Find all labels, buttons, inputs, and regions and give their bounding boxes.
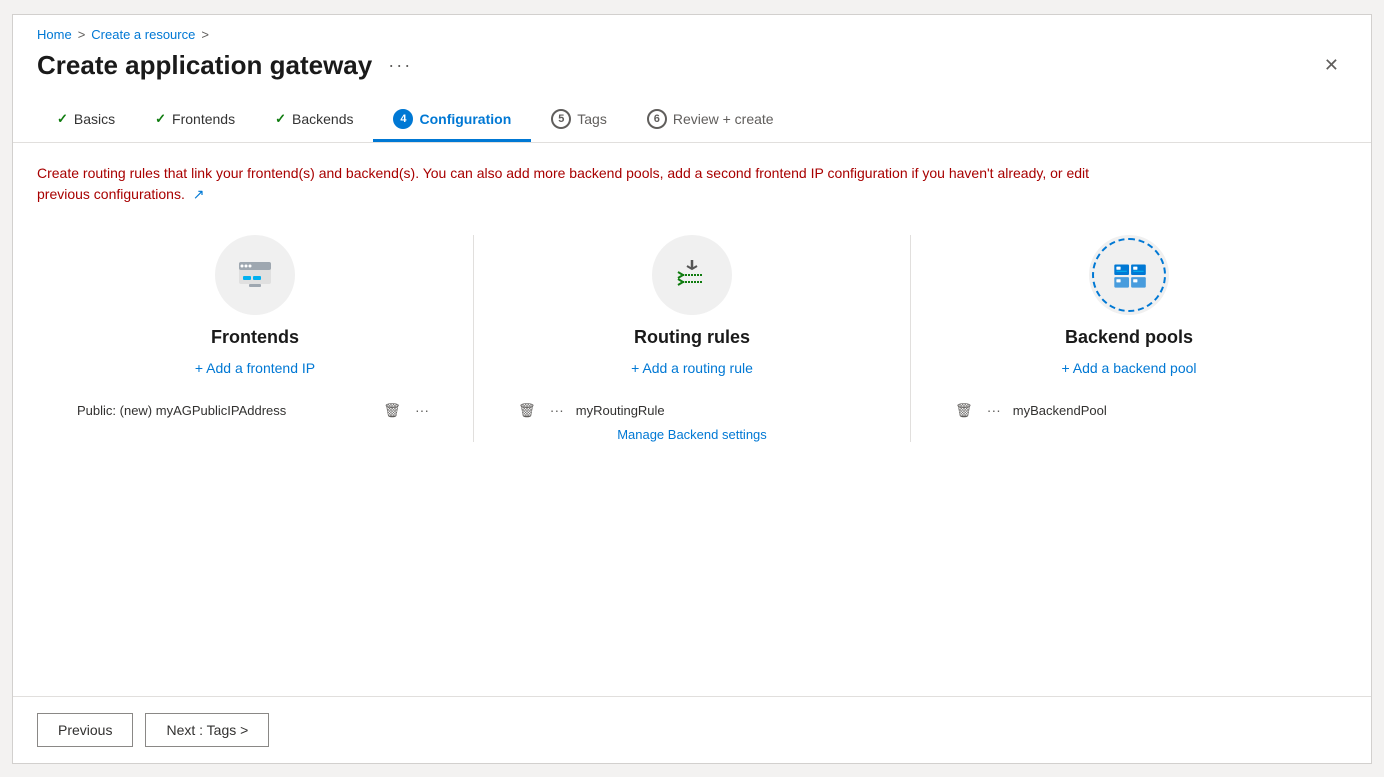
breadcrumb-sep1: > bbox=[78, 27, 86, 42]
tab-review-label: Review + create bbox=[673, 111, 774, 127]
dashed-border-decoration bbox=[1092, 238, 1166, 312]
backend-pool-more-button[interactable]: ··· bbox=[983, 400, 1005, 420]
routing-rules-icon bbox=[652, 235, 732, 315]
previous-button[interactable]: Previous bbox=[37, 713, 133, 747]
check-icon-backends: ✓ bbox=[275, 111, 286, 127]
close-button[interactable]: ✕ bbox=[1316, 51, 1347, 80]
routing-rules-column: Routing rules + Add a routing rule 🗑 ···… bbox=[474, 235, 911, 442]
tab-frontends[interactable]: ✓ Frontends bbox=[135, 99, 255, 140]
tab-num-review: 6 bbox=[647, 109, 667, 129]
breadcrumb-sep2: > bbox=[201, 27, 209, 42]
tab-num-configuration: 4 bbox=[393, 109, 413, 129]
tab-basics-label: Basics bbox=[74, 111, 115, 127]
manage-backend-settings-link[interactable]: Manage Backend settings bbox=[514, 427, 870, 442]
title-row: Create application gateway ··· ✕ bbox=[13, 42, 1371, 97]
frontend-item-row: Public: (new) myAGPublicIPAddress 🗑 ··· bbox=[77, 400, 433, 421]
tab-tags-label: Tags bbox=[577, 111, 607, 127]
tab-tags[interactable]: 5 Tags bbox=[531, 97, 627, 142]
add-backend-pool-link[interactable]: + Add a backend pool bbox=[1061, 360, 1196, 376]
ellipsis-button[interactable]: ··· bbox=[382, 53, 418, 78]
info-external-link[interactable]: ↗ bbox=[193, 186, 205, 202]
footer: Previous Next : Tags > bbox=[13, 696, 1371, 763]
check-icon-basics: ✓ bbox=[57, 111, 68, 127]
frontends-column-title: Frontends bbox=[211, 327, 299, 348]
tab-configuration[interactable]: 4 Configuration bbox=[373, 97, 531, 142]
frontends-icon bbox=[215, 235, 295, 315]
create-gateway-panel: Home > Create a resource > Create applic… bbox=[12, 14, 1372, 764]
backend-pool-delete-button[interactable]: 🗑 bbox=[951, 400, 977, 421]
routing-rule-more-button[interactable]: ··· bbox=[546, 400, 568, 420]
info-text: Create routing rules that link your fron… bbox=[37, 163, 1137, 205]
title-left: Create application gateway ··· bbox=[37, 50, 418, 81]
frontend-svg-icon bbox=[235, 255, 275, 295]
tab-configuration-label: Configuration bbox=[419, 111, 511, 127]
tab-backends-label: Backends bbox=[292, 111, 353, 127]
content-area: Create routing rules that link your fron… bbox=[13, 143, 1371, 696]
add-routing-rule-link[interactable]: + Add a routing rule bbox=[631, 360, 753, 376]
tab-frontends-label: Frontends bbox=[172, 111, 235, 127]
backend-pool-item-actions: 🗑 ··· bbox=[951, 400, 1005, 421]
frontend-item-actions: 🗑 ··· bbox=[379, 400, 433, 421]
frontend-item-label: Public: (new) myAGPublicIPAddress bbox=[77, 403, 286, 418]
frontend-delete-button[interactable]: 🗑 bbox=[379, 400, 405, 421]
backend-pool-item-row: 🗑 ··· myBackendPool bbox=[951, 400, 1307, 421]
breadcrumb-create-resource[interactable]: Create a resource bbox=[91, 27, 195, 42]
breadcrumb: Home > Create a resource > bbox=[13, 15, 1371, 42]
routing-rule-item-label: myRoutingRule bbox=[576, 403, 870, 418]
backend-pool-item-label: myBackendPool bbox=[1013, 403, 1307, 418]
tabs-bar: ✓ Basics ✓ Frontends ✓ Backends 4 Config… bbox=[13, 97, 1371, 143]
add-frontend-ip-link[interactable]: + Add a frontend IP bbox=[195, 360, 315, 376]
next-button[interactable]: Next : Tags > bbox=[145, 713, 269, 747]
tab-review[interactable]: 6 Review + create bbox=[627, 97, 794, 142]
backend-pools-column-title: Backend pools bbox=[1065, 327, 1193, 348]
tab-basics[interactable]: ✓ Basics bbox=[37, 99, 135, 140]
breadcrumb-home[interactable]: Home bbox=[37, 27, 72, 42]
routing-rule-delete-button[interactable]: 🗑 bbox=[514, 400, 540, 421]
routing-rules-svg-icon bbox=[672, 255, 712, 295]
check-icon-frontends: ✓ bbox=[155, 111, 166, 127]
tab-backends[interactable]: ✓ Backends bbox=[255, 99, 373, 140]
tab-num-tags: 5 bbox=[551, 109, 571, 129]
routing-rules-column-title: Routing rules bbox=[634, 327, 750, 348]
routing-rule-item-actions: 🗑 ··· bbox=[514, 400, 568, 421]
frontends-column: Frontends + Add a frontend IP Public: (n… bbox=[37, 235, 474, 442]
frontend-more-button[interactable]: ··· bbox=[411, 400, 433, 420]
backend-pools-column: Backend pools + Add a backend pool 🗑 ···… bbox=[911, 235, 1347, 442]
configuration-columns: Frontends + Add a frontend IP Public: (n… bbox=[37, 235, 1347, 442]
backend-pools-icon bbox=[1089, 235, 1169, 315]
page-title: Create application gateway bbox=[37, 50, 372, 81]
routing-rule-item-row: 🗑 ··· myRoutingRule bbox=[514, 400, 870, 421]
